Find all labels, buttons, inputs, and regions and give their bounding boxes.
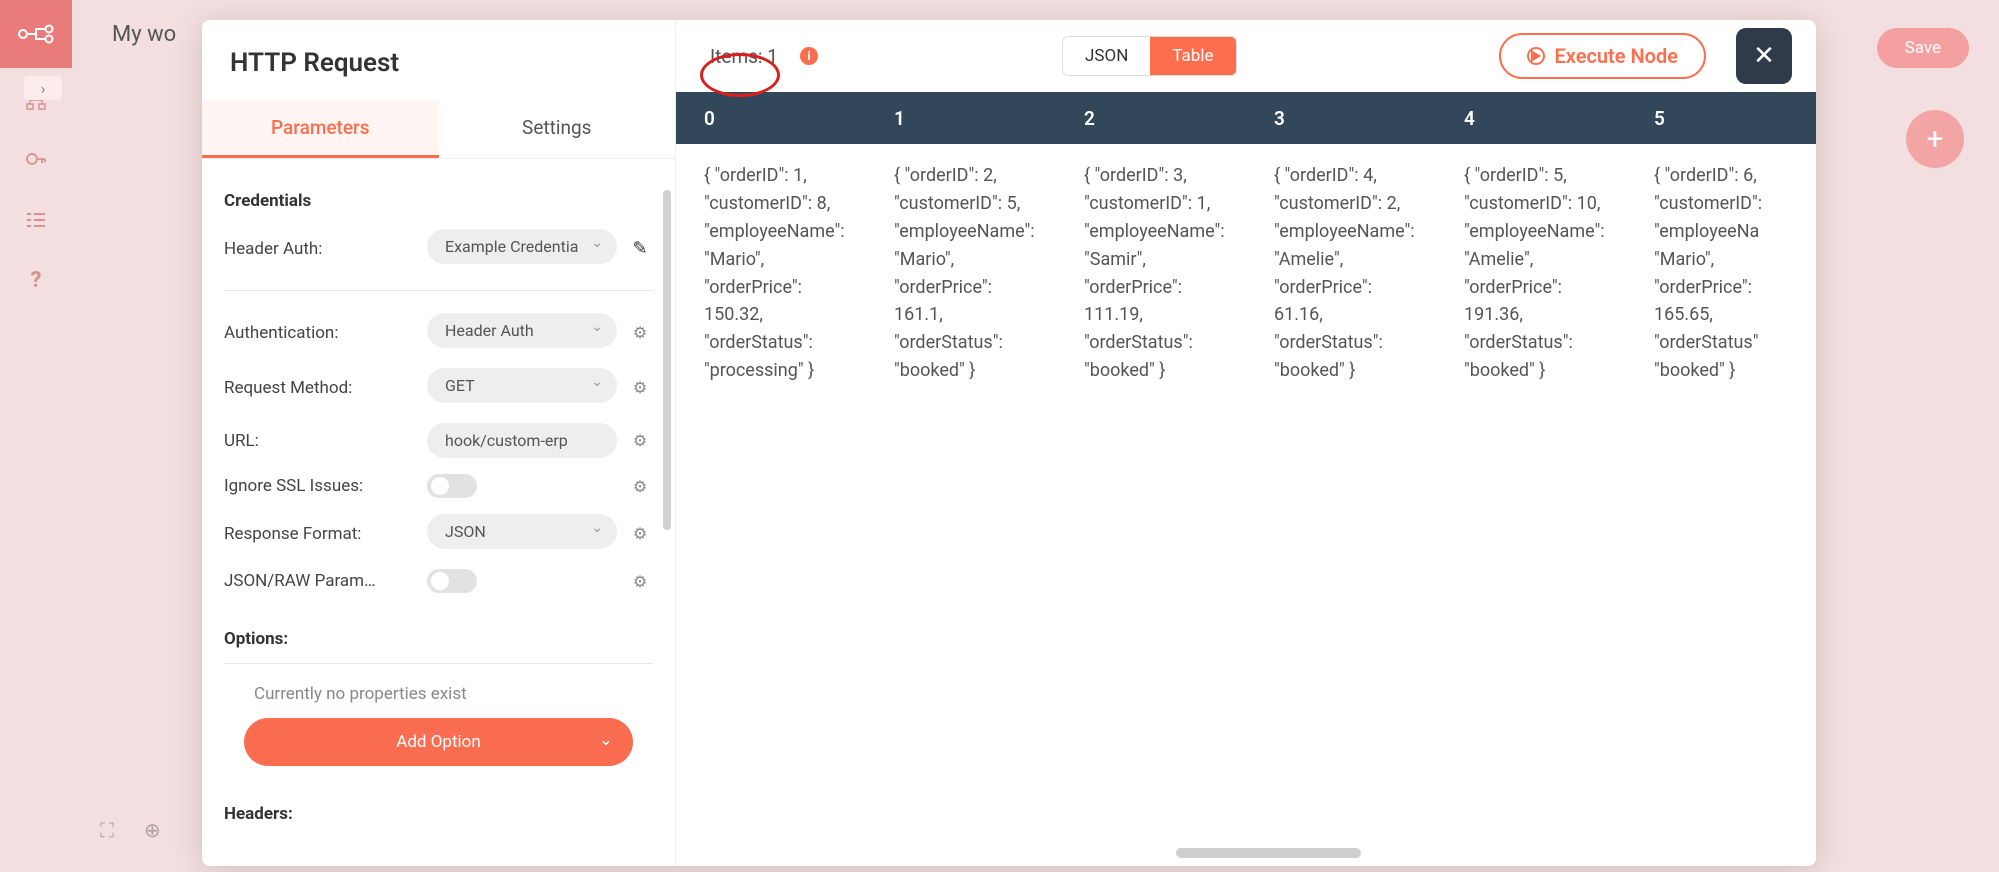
table-cell: { "orderID": 6, "customerID": "employeeN… [1626,144,1816,403]
options-section-header: Options: [224,629,653,649]
add-node-button[interactable]: + [1906,110,1964,168]
items-count: Items: 1 [710,45,778,68]
add-option-button[interactable]: Add Option [244,718,633,766]
json-raw-label: JSON/RAW Param… [224,571,417,591]
table-cell: { "orderID": 2, "customerID": 5, "employ… [866,144,1056,403]
authentication-select[interactable]: Header Auth [427,313,617,348]
tab-parameters[interactable]: Parameters [202,100,439,158]
execute-node-label: Execute Node [1555,44,1679,68]
logo-icon [18,24,54,44]
response-format-options-icon[interactable]: ⚙ [627,524,653,543]
info-icon[interactable]: i [800,47,818,65]
zoom-in-icon[interactable]: ⊕ [144,818,161,842]
table-header-cell: 1 [866,107,1056,130]
fullscreen-icon[interactable]: ⛶ [100,818,114,842]
json-raw-options-icon[interactable]: ⚙ [627,572,653,591]
table-header-cell: 4 [1436,107,1626,130]
node-title: HTTP Request [202,20,675,100]
ignore-ssl-options-icon[interactable]: ⚙ [627,477,653,496]
authentication-label: Authentication: [224,323,417,343]
divider [224,663,653,664]
header-auth-label: Header Auth: [224,239,417,259]
table-header-row: 0 1 2 3 4 5 [676,92,1816,144]
save-button[interactable]: Save [1877,28,1969,68]
divider [224,290,653,291]
workflow-name[interactable]: My wo [112,22,176,47]
execute-node-button[interactable]: Execute Node [1499,33,1707,79]
url-input[interactable]: hook/custom-erp [427,423,617,458]
request-method-select[interactable]: GET [427,368,617,403]
output-panel: Items: 1 i JSON Table Execute Node ✕ 0 1… [676,20,1816,866]
horizontal-scrollbar[interactable] [1176,848,1816,858]
close-button[interactable]: ✕ [1736,28,1792,84]
table-cell: { "orderID": 3, "customerID": 1, "employ… [1056,144,1246,403]
config-panel: HTTP Request Parameters Settings Credent… [202,20,676,866]
sidebar-collapse-toggle[interactable]: › [24,76,62,100]
table-cell: { "orderID": 1, "customerID": 8, "employ… [676,144,866,403]
json-view-button[interactable]: JSON [1063,37,1150,75]
credentials-section-header: Credentials [224,191,653,211]
executions-icon[interactable] [22,206,50,234]
node-editor-modal: HTTP Request Parameters Settings Credent… [202,20,1816,866]
table-cell: { "orderID": 4, "customerID": 2, "employ… [1246,144,1436,403]
table-view-button[interactable]: Table [1150,37,1235,75]
table-header-cell: 2 [1056,107,1246,130]
app-logo[interactable] [0,0,72,68]
headers-section-header: Headers: [224,804,653,824]
response-format-select[interactable]: JSON [427,514,617,549]
view-toggle: JSON Table [1062,36,1236,76]
config-scrollbar[interactable] [663,190,671,530]
credentials-icon[interactable] [22,146,50,174]
output-header: Items: 1 i JSON Table Execute Node ✕ [676,20,1816,92]
request-method-label: Request Method: [224,378,417,398]
table-body-row: { "orderID": 1, "customerID": 8, "employ… [676,144,1816,403]
config-tabs: Parameters Settings [202,100,675,159]
parameters-form: Credentials Header Auth: Example Credent… [202,159,675,866]
edit-credential-icon[interactable]: ✎ [627,238,653,259]
header-auth-select[interactable]: Example Credentia [427,229,617,264]
url-label: URL: [224,431,417,451]
table-cell: { "orderID": 5, "customerID": 10, "emplo… [1436,144,1626,403]
ignore-ssl-toggle[interactable] [427,474,477,498]
left-navigation-rail: ? [0,68,72,294]
url-options-icon[interactable]: ⚙ [627,431,653,450]
table-header-cell: 0 [676,107,866,130]
ignore-ssl-label: Ignore SSL Issues: [224,476,417,496]
help-icon[interactable]: ? [22,266,50,294]
tab-settings[interactable]: Settings [439,100,676,158]
table-header-cell: 5 [1626,107,1816,130]
response-format-label: Response Format: [224,524,417,544]
authentication-options-icon[interactable]: ⚙ [627,323,653,342]
request-method-options-icon[interactable]: ⚙ [627,378,653,397]
no-properties-message: Currently no properties exist [224,678,653,718]
table-header-cell: 3 [1246,107,1436,130]
json-raw-toggle[interactable] [427,569,477,593]
play-icon [1527,47,1545,65]
output-table: 0 1 2 3 4 5 { "orderID": 1, "customerID"… [676,92,1816,866]
canvas-tools: ⛶ ⊕ [100,818,161,842]
